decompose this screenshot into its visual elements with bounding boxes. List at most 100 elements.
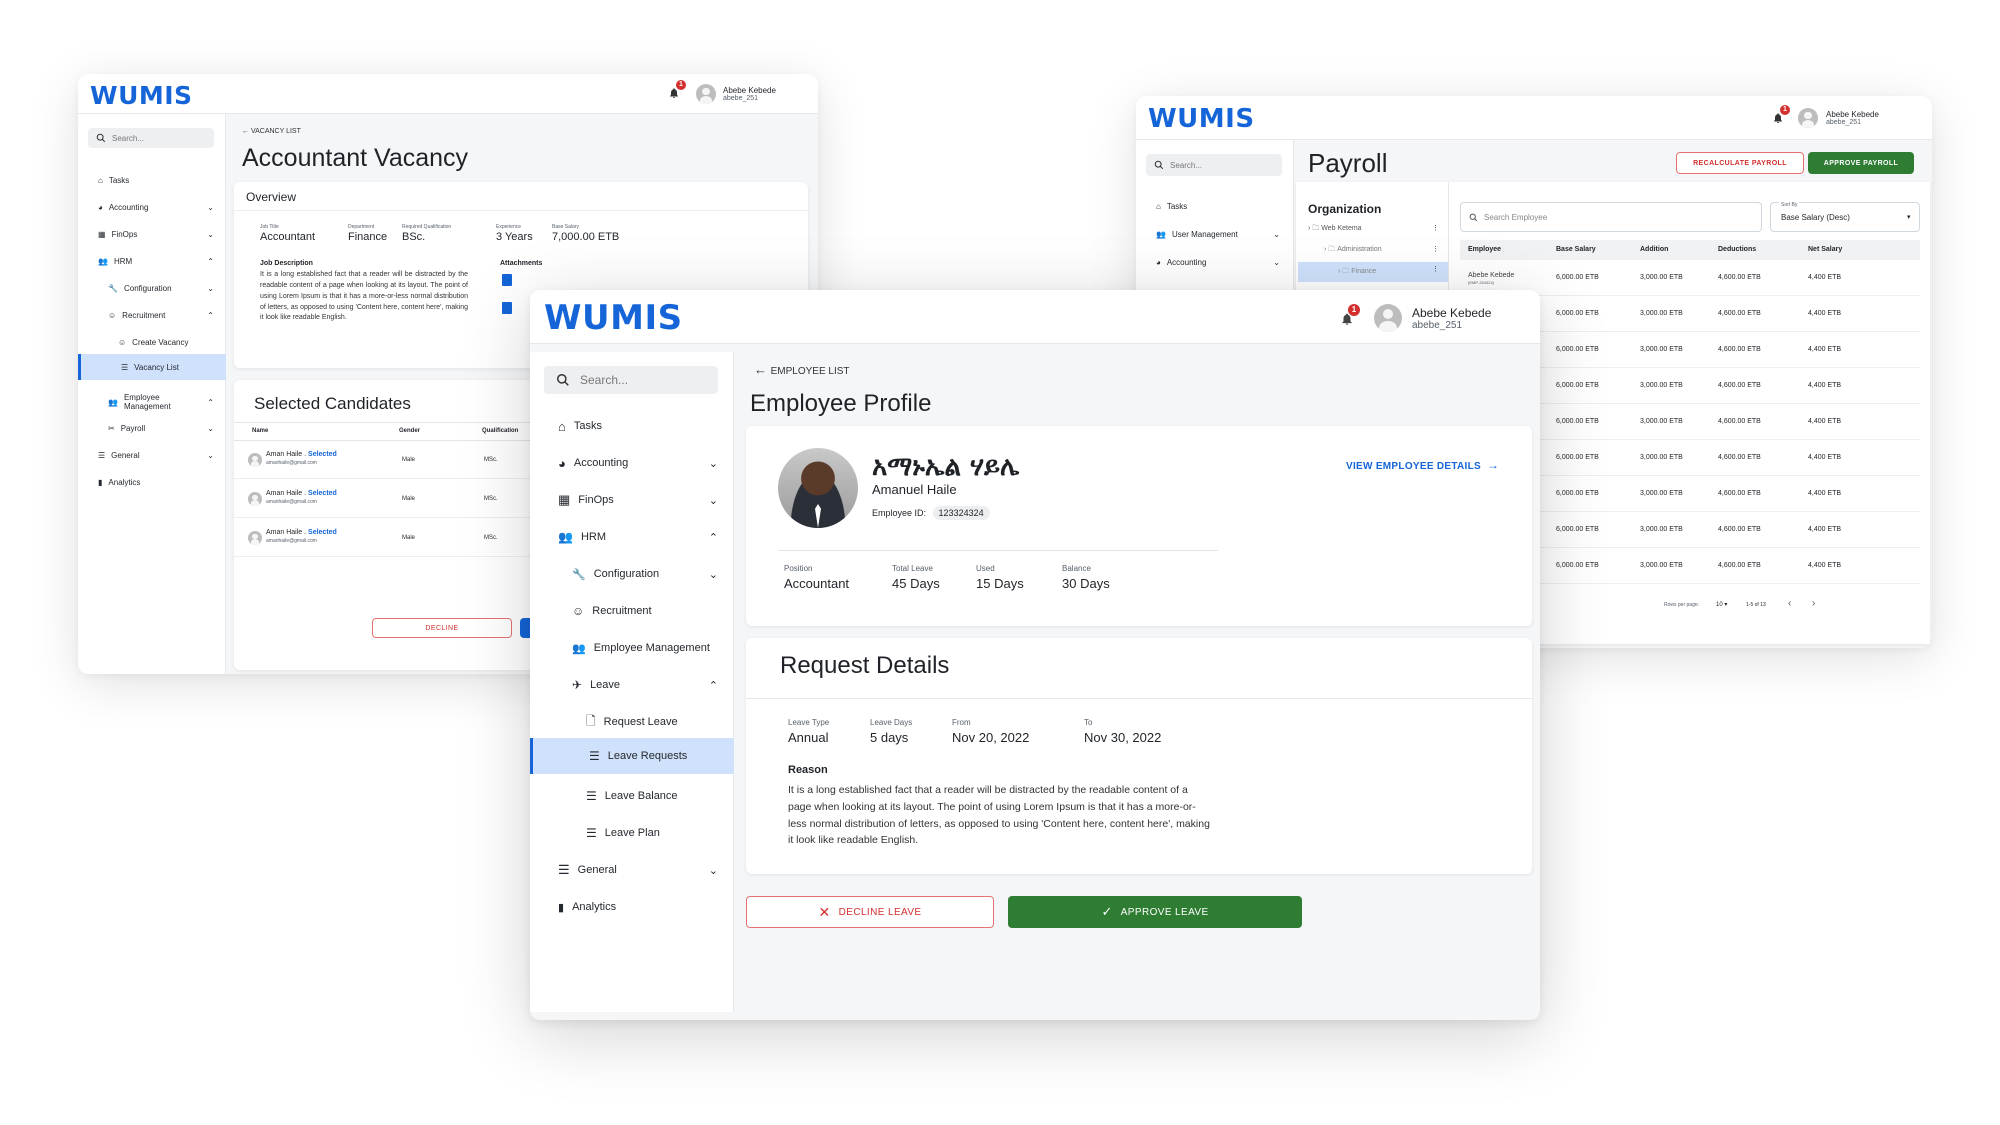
notification-bell-icon[interactable]: 1: [1772, 105, 1790, 125]
notification-bell-icon[interactable]: 1: [1340, 304, 1360, 327]
sidebar-item-tasks[interactable]: ⌂ Tasks: [558, 416, 718, 436]
sidebar-item-leave[interactable]: ✈ Leave ⌃: [572, 675, 718, 695]
person-search-icon: ☺: [108, 310, 117, 320]
sidebar-item-vacancy-list[interactable]: ☰ Vacancy List: [78, 354, 226, 380]
cell-addition: 3,000.00 ETB: [1640, 526, 1683, 533]
chevron-right-icon[interactable]: ›: [1812, 598, 1815, 609]
sidebar-item-leave-requests[interactable]: ☰ Leave Requests: [530, 738, 734, 774]
sidebar-item-configuration[interactable]: 🔧 Configuration ⌄: [108, 280, 214, 296]
sidebar-item-recruitment[interactable]: ☺ Recruitment ⌃: [108, 307, 214, 323]
avatar[interactable]: [1798, 108, 1818, 128]
cell-net: 4,400 ETB: [1808, 490, 1842, 497]
people-icon: 👥: [1156, 229, 1166, 239]
sidebar-item-employee-management[interactable]: 👥 Employee Management: [572, 638, 732, 658]
sidebar-item-create-vacancy[interactable]: ☺ Create Vacancy: [118, 334, 214, 350]
person-add-icon: ☺: [118, 337, 127, 347]
people-icon: 👥: [98, 256, 108, 266]
sidebar-item-analytics[interactable]: ▮ Analytics: [98, 474, 214, 490]
avatar[interactable]: [696, 84, 716, 104]
approve-payroll-button[interactable]: APPROVE PAYROLL: [1808, 152, 1914, 174]
chevron-down-icon: ⌄: [207, 202, 214, 212]
sidebar-item-employee-management[interactable]: 👥 Employee Management ⌃: [108, 390, 214, 414]
payroll-icon: ✂: [108, 423, 115, 433]
sidebar-item-general[interactable]: ☰ General ⌄: [98, 447, 214, 463]
candidate-name: Aman Haile: [266, 490, 303, 497]
sidebar-item-hrm[interactable]: 👥 HRM ⌃: [558, 527, 718, 547]
sidebar-item-tasks[interactable]: ⌂ Tasks: [1156, 198, 1280, 214]
breadcrumb[interactable]: ← VACANCY LIST: [242, 128, 301, 135]
notification-badge: 1: [676, 80, 686, 90]
search-input[interactable]: Search...: [1146, 154, 1282, 176]
chevron-up-icon: ⌃: [708, 679, 718, 692]
sidebar-item-accounting[interactable]: ◕ Accounting ⌄: [558, 453, 718, 473]
breadcrumb[interactable]: ← EMPLOYEE LIST: [754, 362, 850, 377]
sidebar-item-payroll[interactable]: ✂ Payroll ⌄: [108, 420, 214, 436]
decline-button[interactable]: DECLINE: [372, 618, 512, 638]
decline-leave-button[interactable]: ✕ DECLINE LEAVE: [746, 896, 994, 928]
field-value: 3 Years: [496, 231, 533, 243]
sidebar-item-user-management[interactable]: 👥 User Management ⌄: [1156, 226, 1280, 242]
candidate-qualification: MSc.: [484, 535, 498, 541]
cell-base: 6,000.00 ETB: [1556, 346, 1599, 353]
candidate-qualification: MSc.: [484, 496, 498, 502]
sidebar-item-accounting[interactable]: ◕ Accounting ⌄: [98, 199, 214, 215]
stat-value: 15 Days: [976, 576, 1024, 591]
sort-select[interactable]: Sort By Base Salary (Desc) ▾: [1770, 202, 1920, 232]
view-details-label: VIEW EMPLOYEE DETAILS: [1346, 461, 1482, 472]
request-field-value: Nov 30, 2022: [1084, 730, 1162, 745]
sidebar-item-leave-plan[interactable]: ☰ Leave Plan: [586, 823, 718, 843]
more-icon[interactable]: ⋮: [1432, 265, 1439, 273]
recalculate-payroll-button[interactable]: RECALCULATE PAYROLL: [1676, 152, 1804, 174]
sidebar-item-general[interactable]: ☰ General ⌄: [558, 860, 718, 880]
org-tree-label: Administration: [1337, 246, 1382, 253]
cell-deductions: 4,600.00 ETB: [1718, 562, 1761, 569]
sidebar-item-hrm[interactable]: 👥 HRM ⌃: [98, 253, 214, 269]
cell-addition: 3,000.00 ETB: [1640, 310, 1683, 317]
sidebar-item-finops[interactable]: ▦ FinOps ⌄: [558, 490, 718, 510]
request-details-card: Request Details Leave Type Annual Leave …: [746, 638, 1532, 874]
chevron-up-icon: ⌃: [207, 310, 214, 320]
folder-icon: 🗀: [1342, 268, 1350, 275]
more-icon[interactable]: ⋮: [1432, 245, 1439, 253]
notification-bell-icon[interactable]: 1: [668, 80, 686, 100]
folder-icon: 🗀: [1312, 225, 1320, 232]
sidebar-item-accounting[interactable]: ◕ Accounting ⌄: [1156, 254, 1280, 270]
attachments-title: Attachments: [500, 260, 543, 267]
sidebar-item-leave-balance[interactable]: ☰ Leave Balance: [586, 786, 718, 806]
approve-leave-button[interactable]: ✓ APPROVE LEAVE: [1008, 896, 1302, 928]
avatar[interactable]: [1374, 304, 1402, 332]
sidebar-item-analytics[interactable]: ▮ Analytics: [558, 897, 718, 917]
attachment-file-icon[interactable]: [502, 274, 512, 286]
sidebar-item-request-leave[interactable]: 🗋 Request Leave: [586, 712, 718, 732]
cell-base: 6,000.00 ETB: [1556, 526, 1599, 533]
org-tree-item[interactable]: › 🗀 Web Ketema: [1308, 224, 1362, 235]
search-input[interactable]: Search...: [88, 128, 214, 148]
org-tree-item[interactable]: › 🗀 Administration: [1324, 245, 1382, 256]
sidebar-item-configuration[interactable]: 🔧 Configuration ⌄: [572, 564, 718, 584]
user-handle: abebe_251: [1826, 119, 1862, 126]
sidebar-item-label: FinOps: [578, 494, 614, 506]
chevron-left-icon[interactable]: ‹: [1788, 598, 1791, 609]
sidebar-item-label: HRM: [113, 256, 133, 266]
menu-icon: ☰: [558, 862, 570, 877]
sidebar-item-tasks[interactable]: ⌂ Tasks: [98, 172, 214, 188]
candidate-gender: Male: [402, 496, 416, 502]
sidebar-item-label: Accounting: [1166, 257, 1207, 267]
stat-label: Total Leave: [892, 564, 933, 573]
cell-addition: 3,000.00 ETB: [1640, 562, 1683, 569]
rows-per-page-select[interactable]: 10 ▾: [1716, 601, 1727, 608]
notification-badge: 1: [1780, 105, 1790, 115]
org-tree-label: Web Ketema: [1321, 225, 1362, 232]
stat-value: 45 Days: [892, 576, 940, 591]
request-field-label: Leave Type: [788, 718, 830, 727]
sidebar-item-finops[interactable]: ▦ FinOps ⌄: [98, 226, 214, 242]
cell-base: 6,000.00 ETB: [1556, 562, 1599, 569]
org-tree-item[interactable]: › 🗀 Finance: [1298, 262, 1448, 282]
view-employee-details-link[interactable]: VIEW EMPLOYEE DETAILS →: [1346, 458, 1499, 472]
sidebar-item-recruitment[interactable]: ☺ Recruitment: [572, 601, 718, 621]
search-employee-input[interactable]: Search Employee: [1460, 202, 1762, 232]
search-input[interactable]: Search...: [544, 366, 718, 394]
cell-addition: 3,000.00 ETB: [1640, 382, 1683, 389]
more-icon[interactable]: ⋮: [1432, 224, 1439, 232]
attachment-file-icon[interactable]: [502, 302, 512, 314]
